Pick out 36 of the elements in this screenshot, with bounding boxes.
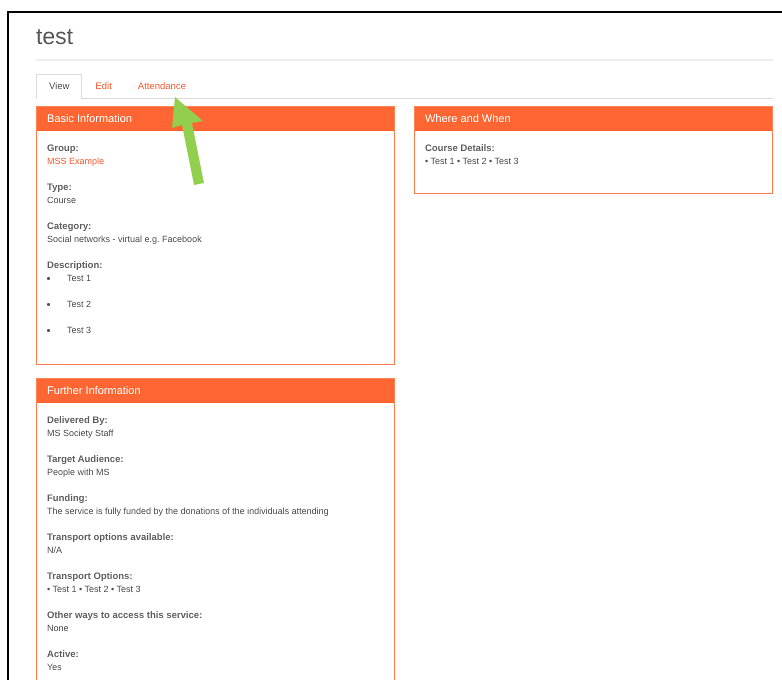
field-label: Group: xyxy=(47,142,80,155)
field-value: The service is fully funded by the donations of the individuals attending xyxy=(47,505,330,518)
field-value: Course xyxy=(47,194,78,207)
list-item: Test 2 xyxy=(67,298,92,311)
list-item: Test 1 xyxy=(67,272,92,285)
tab[interactable]: Edit xyxy=(82,74,125,98)
field-label: Target Audience: xyxy=(47,453,125,466)
field-value: MS Society Staff xyxy=(47,427,114,440)
tab[interactable]: View xyxy=(36,74,82,99)
field-value: • Test 1 • Test 2 • Test 3 xyxy=(425,155,520,168)
field-label: Active: xyxy=(47,648,80,661)
list-item: Test 3 xyxy=(67,324,92,337)
field-label: Category: xyxy=(47,220,92,233)
tab[interactable]: Attendance xyxy=(124,74,199,98)
field-label: Transport Options: xyxy=(47,570,134,583)
field-value: N/A xyxy=(47,544,64,557)
panel-header: Basic Information xyxy=(37,107,394,131)
bullet-icon xyxy=(47,329,50,332)
field-label: Delivered By: xyxy=(47,414,109,427)
field-label: Course Details: xyxy=(425,142,496,155)
bullet-icon xyxy=(47,303,50,306)
bullet-icon xyxy=(47,277,50,280)
panel-header: Where and When xyxy=(415,107,772,131)
field-value: People with MS xyxy=(47,466,111,479)
field-label: Type: xyxy=(47,181,73,194)
field-value: Social networks - virtual e.g. Facebook xyxy=(47,233,203,246)
field-value: Yes xyxy=(47,661,63,674)
panel-header: Further Information xyxy=(37,379,394,403)
field-label: Description: xyxy=(47,259,104,272)
field-value: • Test 1 • Test 2 • Test 3 xyxy=(47,583,142,596)
field-label: Funding: xyxy=(47,492,89,505)
page-title: test xyxy=(36,22,74,50)
field-label: Other ways to access this service: xyxy=(47,609,204,622)
field-link[interactable]: MSS Example xyxy=(47,155,384,168)
field-label: Transport options available: xyxy=(47,531,175,544)
field-value: None xyxy=(47,622,70,635)
